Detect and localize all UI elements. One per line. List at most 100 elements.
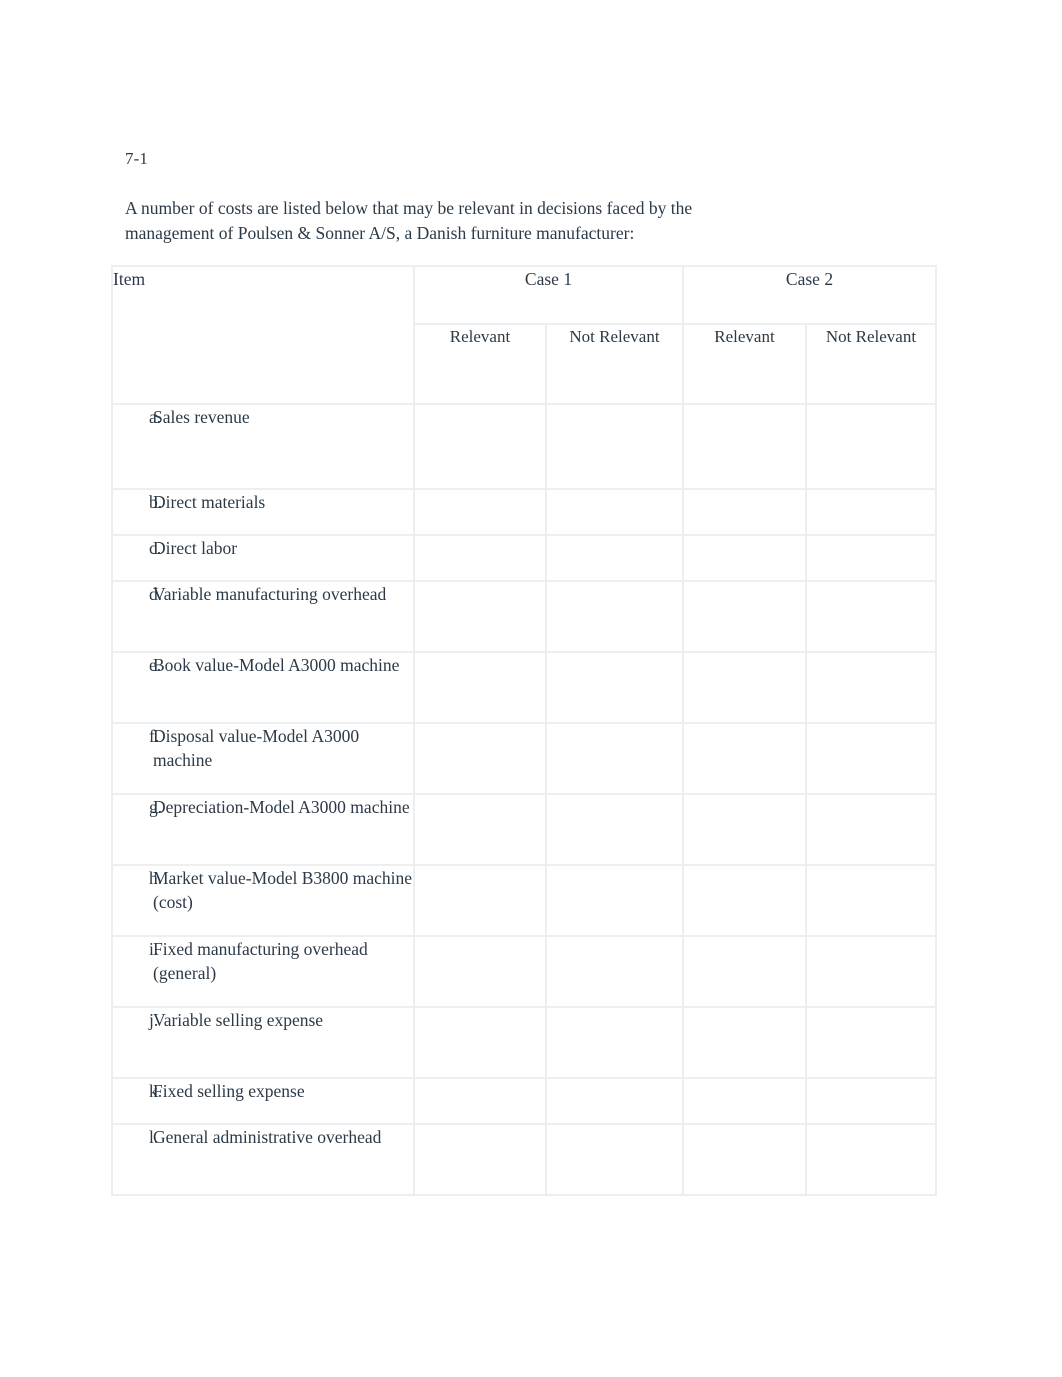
column-header-case-2: Case 2 [682,265,937,325]
checkbox-cell-case1-not-relevant[interactable] [545,488,684,536]
checkbox-cell-case1-relevant[interactable] [413,1006,547,1079]
checkbox-cell-case2-relevant[interactable] [682,1123,807,1196]
checkbox-cell-case1-not-relevant[interactable] [545,1006,684,1079]
item-letter: g. [149,797,163,817]
checkbox-cell-case1-relevant[interactable] [413,403,547,490]
item-label: Direct materials [153,492,266,512]
checkbox-cell-case1-relevant[interactable] [413,864,547,937]
item-label: Variable manufacturing overhead [153,584,387,604]
checkbox-cell-case1-relevant[interactable] [413,1123,547,1196]
checkbox-cell-case1-relevant[interactable] [413,793,547,866]
checkbox-cell-case2-relevant[interactable] [682,864,807,937]
checkbox-cell-case1-relevant[interactable] [413,1077,547,1125]
table-row: d. Variable manufacturing overhead [111,580,937,653]
checkbox-cell-case1-relevant[interactable] [413,935,547,1008]
item-letter: f. [149,726,160,746]
checkbox-cell-case2-not-relevant[interactable] [805,403,937,490]
checkbox-cell-case2-relevant[interactable] [682,793,807,866]
table-row: e. Book value-Model A3000 machine [111,651,937,724]
table-body: a. Sales revenue b. Direct materials c. Direc… [111,403,937,1196]
item-letter: e. [149,655,162,675]
checkbox-cell-case2-not-relevant[interactable] [805,1006,937,1079]
column-header-case-1: Case 1 [413,265,684,325]
checkbox-cell-case2-not-relevant[interactable] [805,793,937,866]
item-label: Fixed manufacturing overhead (general) [153,939,368,983]
item-cell: l. General administrative overhead [111,1123,415,1196]
item-letter: a. [149,407,162,427]
checkbox-cell-case1-relevant[interactable] [413,488,547,536]
checkbox-cell-case2-not-relevant[interactable] [805,864,937,937]
item-label: Variable selling expense [153,1010,324,1030]
checkbox-cell-case1-not-relevant[interactable] [545,580,684,653]
table-header: Item Case 1 Case 2 Relevant Not Relevant… [111,265,937,405]
cost-relevance-table-wrapper: Item Case 1 Case 2 Relevant Not Relevant… [111,265,937,1196]
checkbox-cell-case2-relevant[interactable] [682,403,807,490]
checkbox-cell-case1-not-relevant[interactable] [545,1123,684,1196]
intro-line-2: management of Poulsen & Sonner A/S, a Da… [125,223,635,243]
table-row: f. Disposal value-Model A3000 machine [111,722,937,795]
item-cell: i. Fixed manufacturing overhead (general) [111,935,415,1008]
column-header-case1-not-relevant: Not Relevant [545,323,684,405]
column-header-item: Item [111,265,415,405]
item-cell: e. Book value-Model A3000 machine [111,651,415,724]
checkbox-cell-case2-relevant[interactable] [682,580,807,653]
column-header-case2-relevant: Relevant [682,323,807,405]
item-cell: k. Fixed selling expense [111,1077,415,1125]
table-header-row-cases: Item Case 1 Case 2 [111,265,937,405]
checkbox-cell-case1-not-relevant[interactable] [545,651,684,724]
checkbox-cell-case1-relevant[interactable] [413,580,547,653]
checkbox-cell-case1-not-relevant[interactable] [545,403,684,490]
checkbox-cell-case2-not-relevant[interactable] [805,1123,937,1196]
intro-paragraph: A number of costs are listed below that … [125,196,825,246]
item-label: Direct labor [153,538,238,558]
item-letter: l. [149,1127,159,1147]
item-letter: d. [149,584,163,604]
table-row: g. Depreciation-Model A3000 machine [111,793,937,866]
checkbox-cell-case2-not-relevant[interactable] [805,722,937,795]
checkbox-cell-case1-relevant[interactable] [413,651,547,724]
cost-relevance-table: Item Case 1 Case 2 Relevant Not Relevant… [111,265,937,1196]
item-label: General administrative overhead [153,1127,382,1147]
column-header-case1-relevant: Relevant [413,323,547,405]
checkbox-cell-case1-not-relevant[interactable] [545,864,684,937]
checkbox-cell-case2-not-relevant[interactable] [805,651,937,724]
document-page: 7-1 A number of costs are listed below t… [0,0,1062,1377]
table-row: k. Fixed selling expense [111,1077,937,1125]
checkbox-cell-case2-relevant[interactable] [682,534,807,582]
checkbox-cell-case2-relevant[interactable] [682,1006,807,1079]
checkbox-cell-case2-relevant[interactable] [682,722,807,795]
item-letter: j. [149,1010,159,1030]
item-cell: h. Market value-Model B3800 machine (cost… [111,864,415,937]
item-cell: f. Disposal value-Model A3000 machine [111,722,415,795]
checkbox-cell-case2-not-relevant[interactable] [805,488,937,536]
item-label: Disposal value-Model A3000 machine [153,726,360,770]
table-row: c. Direct labor [111,534,937,582]
checkbox-cell-case2-not-relevant[interactable] [805,1077,937,1125]
checkbox-cell-case2-not-relevant[interactable] [805,935,937,1008]
checkbox-cell-case2-relevant[interactable] [682,488,807,536]
table-row: a. Sales revenue [111,403,937,490]
checkbox-cell-case1-relevant[interactable] [413,534,547,582]
checkbox-cell-case2-not-relevant[interactable] [805,580,937,653]
item-label: Book value-Model A3000 machine [153,655,400,675]
column-header-case2-not-relevant: Not Relevant [805,323,937,405]
item-letter: c. [149,538,162,558]
checkbox-cell-case2-not-relevant[interactable] [805,534,937,582]
checkbox-cell-case1-relevant[interactable] [413,722,547,795]
checkbox-cell-case1-not-relevant[interactable] [545,534,684,582]
checkbox-cell-case1-not-relevant[interactable] [545,793,684,866]
item-label: Depreciation-Model A3000 machine [153,797,410,817]
intro-line-1: A number of costs are listed below that … [125,198,693,218]
item-cell: g. Depreciation-Model A3000 machine [111,793,415,866]
checkbox-cell-case1-not-relevant[interactable] [545,722,684,795]
checkbox-cell-case2-relevant[interactable] [682,1077,807,1125]
checkbox-cell-case1-not-relevant[interactable] [545,1077,684,1125]
checkbox-cell-case2-relevant[interactable] [682,935,807,1008]
checkbox-cell-case2-relevant[interactable] [682,651,807,724]
exercise-number: 7-1 [125,149,148,168]
item-letter: b. [149,492,163,512]
item-cell: c. Direct labor [111,534,415,582]
item-cell: b. Direct materials [111,488,415,536]
table-row: b. Direct materials [111,488,937,536]
checkbox-cell-case1-not-relevant[interactable] [545,935,684,1008]
